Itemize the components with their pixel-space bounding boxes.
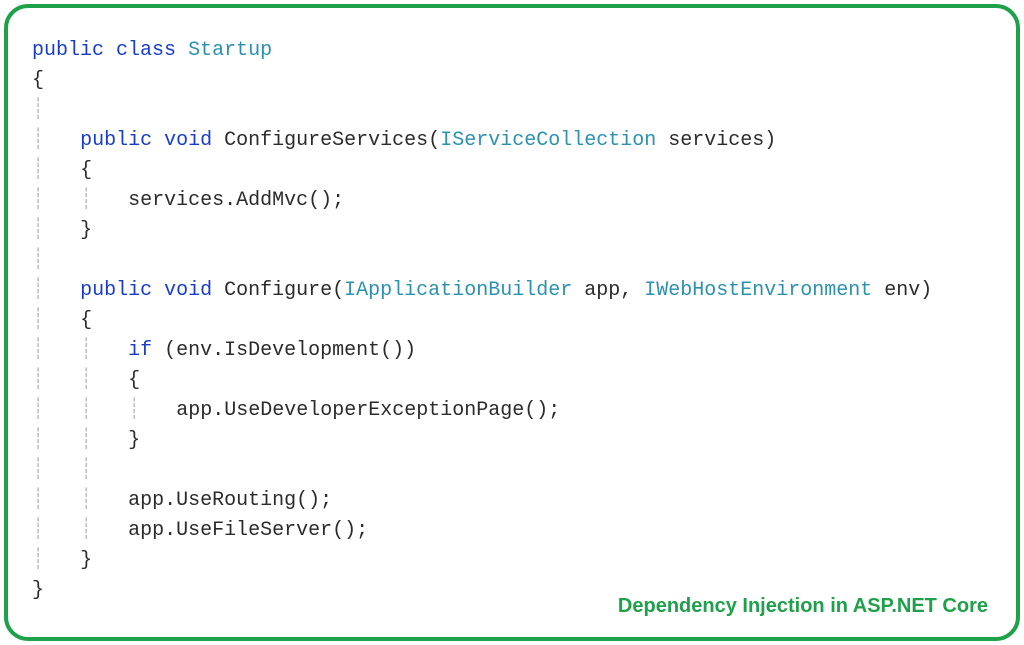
brace: }	[32, 579, 44, 602]
statement: app.UseRouting();	[128, 489, 332, 512]
indent-guide: ┊	[80, 429, 92, 452]
param: app,	[572, 279, 644, 302]
indent-guide: ┊	[32, 489, 44, 512]
statement: services.AddMvc();	[128, 189, 344, 212]
indent-guide: ┊	[80, 339, 92, 362]
brace: {	[128, 369, 140, 392]
param: services)	[656, 129, 776, 152]
indent-guide: ┊	[32, 339, 44, 362]
keyword-void: void	[164, 129, 212, 152]
indent-guide: ┊	[32, 309, 44, 332]
type-name: IWebHostEnvironment	[644, 279, 872, 302]
code-block: public class Startup { ┊ ┊ public void C…	[32, 36, 992, 606]
keyword-void: void	[164, 279, 212, 302]
type-name: IServiceCollection	[440, 129, 656, 152]
indent-guide: ┊	[32, 519, 44, 542]
indent-guide: ┊	[32, 99, 44, 122]
paren: (	[428, 129, 440, 152]
keyword-public: public	[80, 279, 152, 302]
indent-guide: ┊	[80, 489, 92, 512]
indent-guide: ┊	[80, 189, 92, 212]
type-name: IApplicationBuilder	[344, 279, 572, 302]
keyword-class: class	[116, 39, 176, 62]
indent-guide: ┊	[32, 159, 44, 182]
method-name: ConfigureServices	[224, 129, 428, 152]
keyword-public: public	[80, 129, 152, 152]
indent-guide: ┊	[32, 459, 44, 482]
brace: }	[80, 549, 92, 572]
statement: app.UseFileServer();	[128, 519, 368, 542]
indent-guide: ┊	[80, 459, 92, 482]
footer-caption: Dependency Injection in ASP.NET Core	[618, 591, 988, 621]
indent-guide: ┊	[128, 399, 140, 422]
brace: {	[80, 309, 92, 332]
indent-guide: ┊	[80, 519, 92, 542]
statement: app.UseDeveloperExceptionPage();	[176, 399, 560, 422]
condition: (env.IsDevelopment())	[152, 339, 416, 362]
indent-guide: ┊	[80, 399, 92, 422]
paren: (	[332, 279, 344, 302]
indent-guide: ┊	[32, 129, 44, 152]
indent-guide: ┊	[32, 249, 44, 272]
indent-guide: ┊	[32, 189, 44, 212]
brace: }	[80, 219, 92, 242]
keyword-public: public	[32, 39, 104, 62]
param: env)	[872, 279, 932, 302]
brace: {	[32, 69, 44, 92]
indent-guide: ┊	[32, 549, 44, 572]
brace: {	[80, 159, 92, 182]
indent-guide: ┊	[80, 369, 92, 392]
code-frame: public class Startup { ┊ ┊ public void C…	[4, 4, 1020, 641]
indent-guide: ┊	[32, 279, 44, 302]
class-name: Startup	[188, 39, 272, 62]
indent-guide: ┊	[32, 219, 44, 242]
indent-guide: ┊	[32, 429, 44, 452]
indent-guide: ┊	[32, 399, 44, 422]
brace: }	[128, 429, 140, 452]
indent-guide: ┊	[32, 369, 44, 392]
method-name: Configure	[224, 279, 332, 302]
keyword-if: if	[128, 339, 152, 362]
